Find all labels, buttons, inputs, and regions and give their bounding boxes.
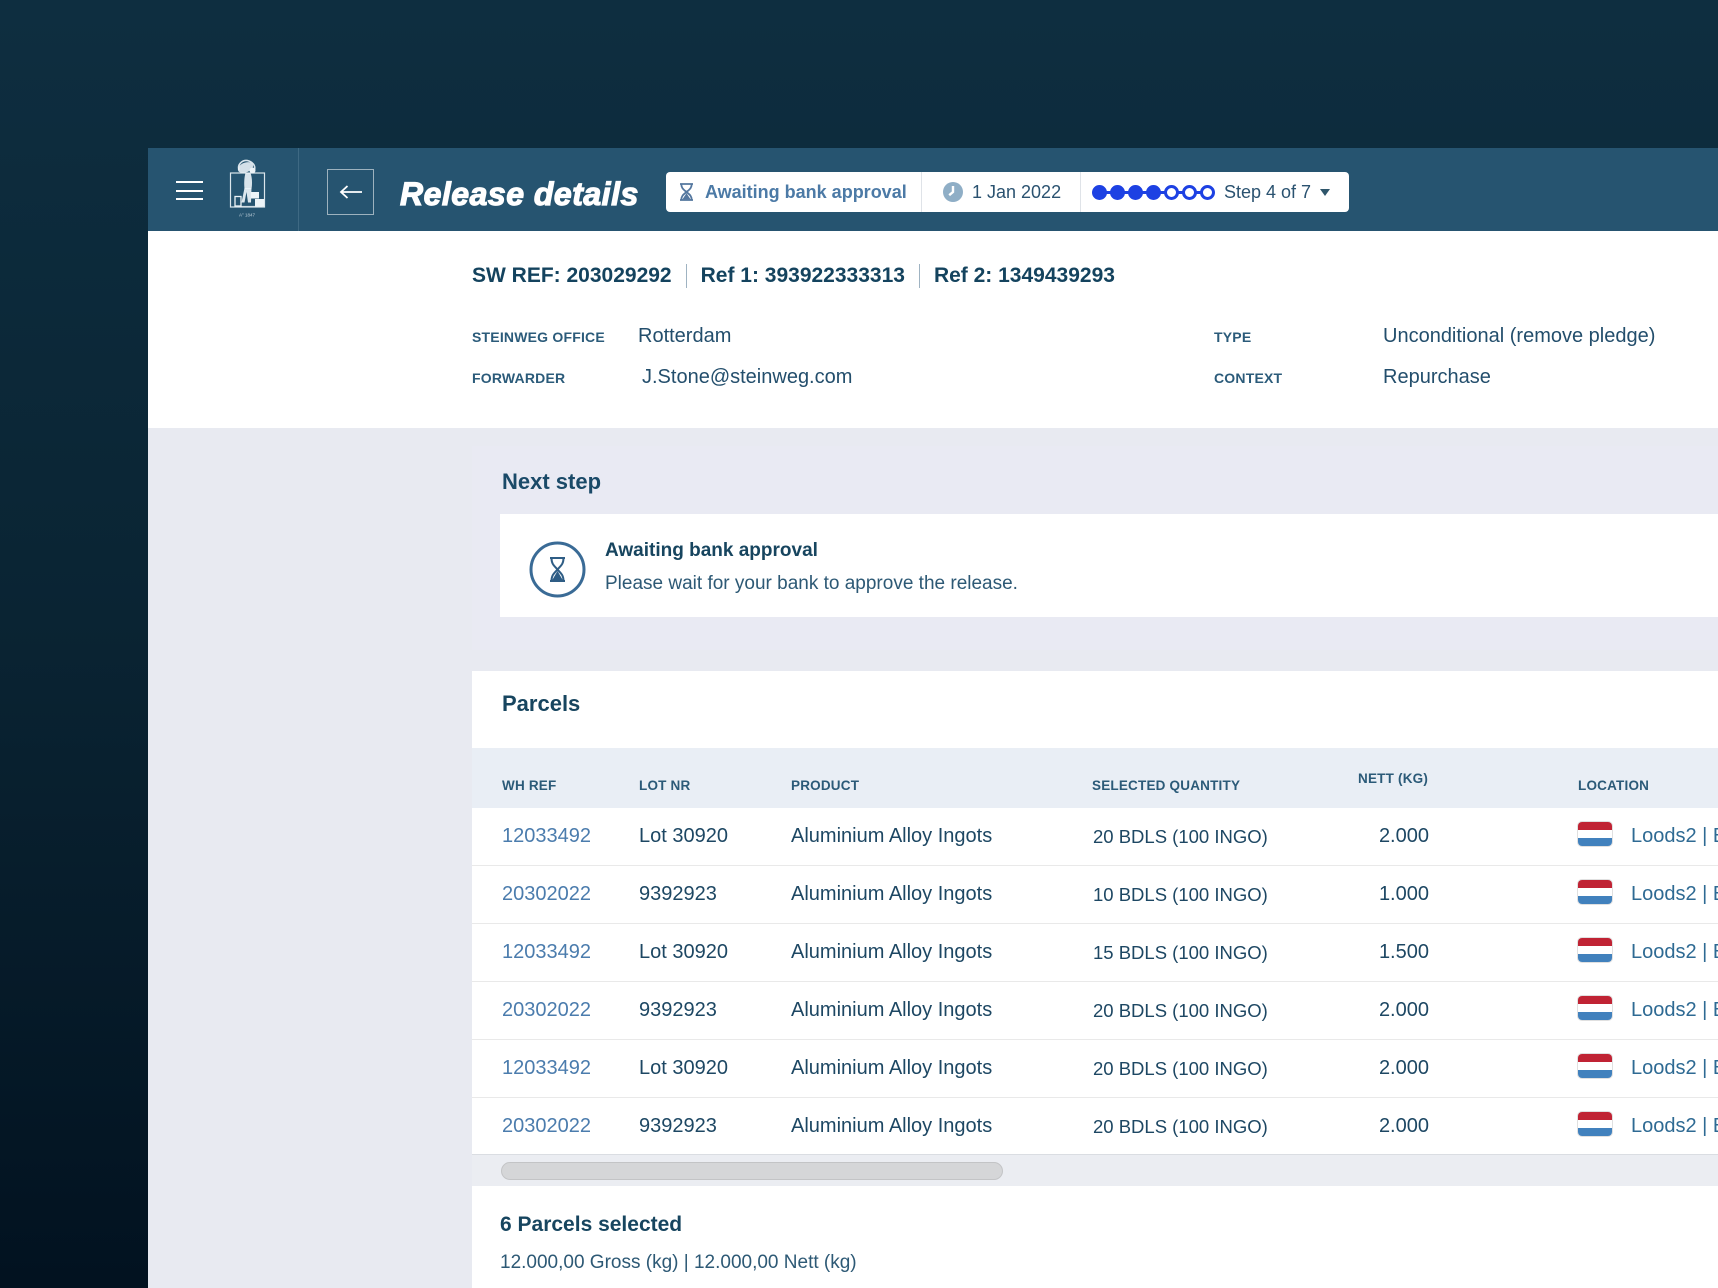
svg-text:A° 1847: A° 1847 bbox=[239, 213, 256, 218]
